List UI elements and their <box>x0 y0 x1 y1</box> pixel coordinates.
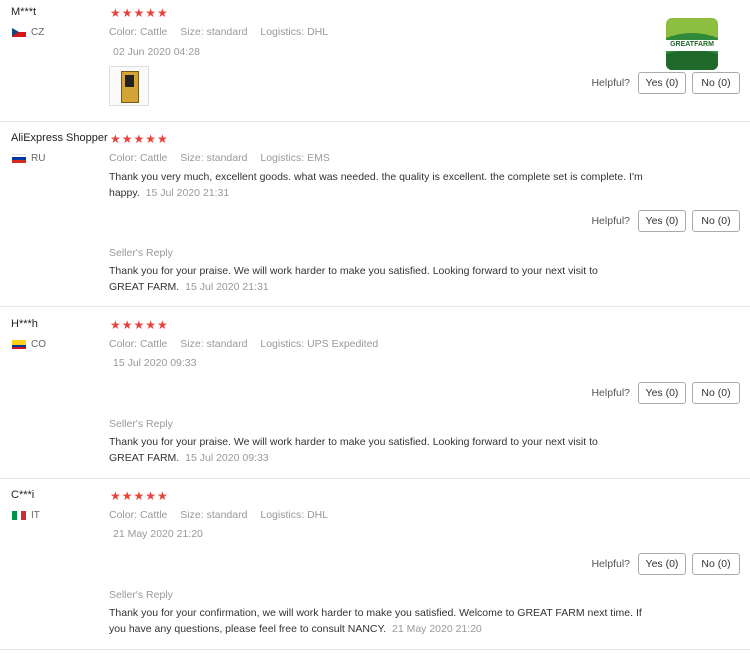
flag-ru-icon <box>12 154 26 163</box>
size-label: Size: <box>180 509 204 521</box>
size-value: standard <box>206 26 248 38</box>
reviewer-country: IT <box>12 510 40 521</box>
color-label: Color: <box>109 26 138 38</box>
product-photo-icon <box>121 71 139 103</box>
reviewer-name: AliExpress Shopper <box>11 132 108 144</box>
reviewer-name: H***h <box>11 318 38 330</box>
helpful-yes-button[interactable]: Yes (0) <box>638 382 686 404</box>
size-value: standard <box>206 152 248 164</box>
flag-cz-icon <box>12 28 26 37</box>
review-date: 21 May 2020 21:20 <box>113 528 203 540</box>
country-code: RU <box>31 153 46 164</box>
color-value: Cattle <box>139 26 168 38</box>
review-photo-thumbnail[interactable] <box>109 66 149 106</box>
helpful-vote-group: Helpful? Yes (0) No (0) <box>591 210 740 232</box>
seller-reply-text: Thank you for your praise. We will work … <box>109 263 629 295</box>
reviewer-country: CO <box>12 339 46 350</box>
seller-reply-label: Seller's Reply <box>109 247 173 259</box>
review-item: H***h CO ★★★★★ Color: Cattle Size: stand… <box>0 318 750 479</box>
reply-date: 21 May 2020 21:20 <box>391 623 482 635</box>
size-value: standard <box>206 509 248 521</box>
logistics-label: Logistics: <box>260 26 305 38</box>
logistics-value: DHL <box>307 509 329 521</box>
review-attributes: Color: Cattle Size: standard Logistics: … <box>109 338 388 350</box>
greatfarm-logo: GREATFARM <box>666 18 718 70</box>
logistics-label: Logistics: <box>260 152 305 164</box>
helpful-label: Helpful? <box>591 215 630 227</box>
star-rating: ★★★★★ <box>110 318 169 332</box>
helpful-no-button[interactable]: No (0) <box>692 72 740 94</box>
country-code: CZ <box>31 27 45 38</box>
color-label: Color: <box>109 509 138 521</box>
reply-body: Thank you for your confirmation, we will… <box>109 607 642 635</box>
helpful-label: Helpful? <box>591 558 630 570</box>
star-rating: ★★★★★ <box>110 6 169 20</box>
flag-it-icon <box>12 511 26 520</box>
color-label: Color: <box>109 152 138 164</box>
review-attributes: Color: Cattle Size: standard Logistics: … <box>109 152 340 164</box>
seller-reply-text: Thank you for your praise. We will work … <box>109 434 629 466</box>
reviewer-country: CZ <box>12 27 44 38</box>
helpful-label: Helpful? <box>591 387 630 399</box>
color-label: Color: <box>109 338 138 350</box>
size-label: Size: <box>180 152 204 164</box>
reviewer-name: M***t <box>11 6 37 18</box>
review-text: Thank you very much, excellent goods. wh… <box>109 169 669 201</box>
review-item: AliExpress Shopper RU ★★★★★ Color: Cattl… <box>0 132 750 307</box>
seller-reply-label: Seller's Reply <box>109 418 173 430</box>
color-value: Cattle <box>139 152 168 164</box>
color-value: Cattle <box>139 338 168 350</box>
star-rating: ★★★★★ <box>110 132 169 146</box>
reply-body: Thank you for your praise. We will work … <box>109 265 598 293</box>
flag-co-icon <box>12 340 26 349</box>
logistics-value: DHL <box>307 26 329 38</box>
helpful-label: Helpful? <box>591 77 630 89</box>
size-label: Size: <box>180 338 204 350</box>
helpful-yes-button[interactable]: Yes (0) <box>638 210 686 232</box>
reviewer-name: C***i <box>11 489 35 501</box>
country-code: IT <box>31 510 40 521</box>
review-item: M***t CZ ★★★★★ Color: Cattle Size: stand… <box>0 6 750 122</box>
reviewer-country: RU <box>12 153 45 164</box>
logistics-label: Logistics: <box>260 338 305 350</box>
review-date: 15 Jul 2020 21:31 <box>145 187 230 199</box>
logistics-value: EMS <box>307 152 330 164</box>
review-attributes: Color: Cattle Size: standard Logistics: … <box>109 26 338 38</box>
size-value: standard <box>206 338 248 350</box>
seller-reply-label: Seller's Reply <box>109 589 173 601</box>
country-code: CO <box>31 339 46 350</box>
size-label: Size: <box>180 26 204 38</box>
reply-body: Thank you for your praise. We will work … <box>109 436 598 464</box>
review-date: 02 Jun 2020 04:28 <box>113 46 200 58</box>
helpful-no-button[interactable]: No (0) <box>692 553 740 575</box>
review-attributes: Color: Cattle Size: standard Logistics: … <box>109 509 338 521</box>
star-rating: ★★★★★ <box>110 489 169 503</box>
helpful-vote-group: Helpful? Yes (0) No (0) <box>591 382 740 404</box>
helpful-no-button[interactable]: No (0) <box>692 382 740 404</box>
reply-date: 15 Jul 2020 09:33 <box>185 452 269 464</box>
review-date: 15 Jul 2020 09:33 <box>113 357 197 369</box>
helpful-yes-button[interactable]: Yes (0) <box>638 553 686 575</box>
review-item: C***i IT ★★★★★ Color: Cattle Size: stand… <box>0 489 750 650</box>
helpful-yes-button[interactable]: Yes (0) <box>638 72 686 94</box>
logo-text: GREATFARM <box>670 41 714 48</box>
logistics-label: Logistics: <box>260 509 305 521</box>
helpful-vote-group: Helpful? Yes (0) No (0) <box>591 553 740 575</box>
seller-reply-text: Thank you for your confirmation, we will… <box>109 605 649 637</box>
logistics-value: UPS Expedited <box>307 338 379 350</box>
reply-date: 15 Jul 2020 21:31 <box>185 281 269 293</box>
color-value: Cattle <box>139 509 168 521</box>
helpful-vote-group: Helpful? Yes (0) No (0) <box>591 72 740 94</box>
helpful-no-button[interactable]: No (0) <box>692 210 740 232</box>
